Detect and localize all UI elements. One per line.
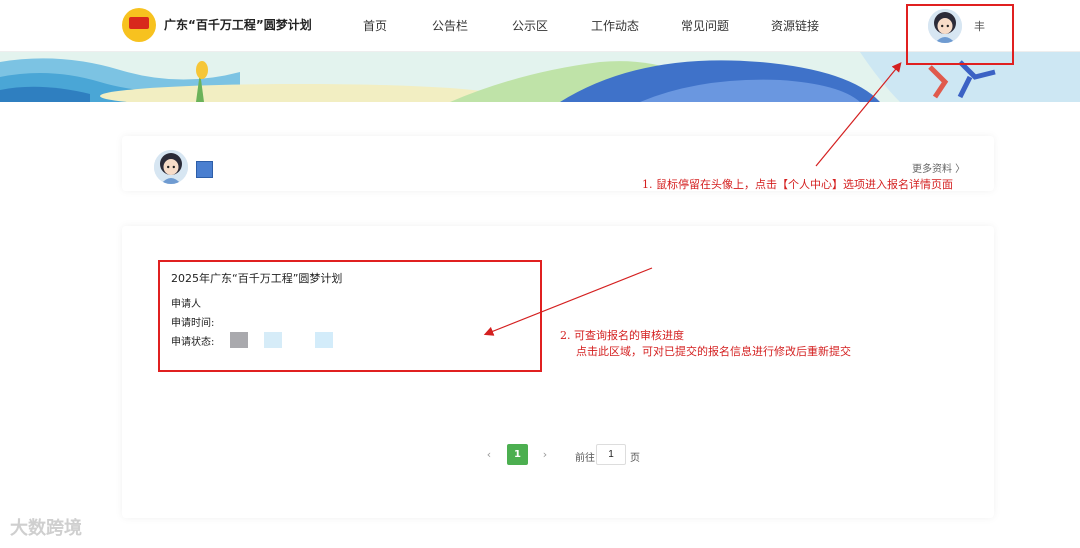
pager-next-button[interactable]: › [535, 445, 555, 465]
avatar-illustration-icon [928, 9, 962, 43]
applicant-label: 申请人 [171, 299, 201, 310]
nav-item-home[interactable]: 首页 [345, 17, 405, 34]
profile-avatar [154, 150, 188, 184]
pager-prev-button[interactable]: ‹ [479, 445, 499, 465]
more-info-link[interactable]: 更多资料 〉 [912, 160, 965, 175]
avatar-illustration-icon [154, 150, 188, 184]
avatar-highlight-box [906, 4, 1014, 65]
user-avatar[interactable] [928, 9, 962, 43]
nav-item-announcements[interactable]: 公告栏 [405, 17, 495, 34]
profile-badge-icon [196, 161, 213, 178]
pager-current-page[interactable]: 1 [507, 444, 528, 465]
site-logo[interactable] [122, 8, 156, 42]
application-entry[interactable]: 2025年广东“百千万工程”圆梦计划 申请人 申请时间: 申请状态: [158, 260, 542, 372]
application-status-label: 申请状态: [171, 337, 215, 348]
annotation-step2-line1: 2. 可查询报名的审核进度 [560, 329, 684, 342]
redacted-block [315, 332, 333, 348]
annotation-step2: 2. 可查询报名的审核进度 点击此区域，可对已提交的报名信息进行修改后重新提交 [560, 328, 851, 360]
nav-item-public-notice[interactable]: 公示区 [495, 17, 565, 34]
annotation-step2-line2: 点击此区域，可对已提交的报名信息进行修改后重新提交 [576, 345, 851, 358]
pager-goto-label: 前往 [575, 453, 595, 464]
main-nav: 首页 公告栏 公示区 工作动态 常见问题 资源链接 [345, 17, 845, 34]
header-username[interactable]: 丰 [974, 18, 985, 34]
pager-goto-input[interactable] [596, 444, 626, 465]
application-time-label: 申请时间: [171, 318, 215, 329]
annotation-step1: 1. 鼠标停留在头像上，点击【个人中心】选项进入报名详情页面 [642, 178, 953, 191]
application-title: 2025年广东“百千万工程”圆梦计划 [171, 272, 343, 285]
pager-goto-suffix: 页 [630, 453, 640, 464]
redacted-block [230, 332, 248, 348]
nav-item-faq[interactable]: 常见问题 [665, 17, 745, 34]
watermark: 大数跨境 [10, 518, 82, 539]
nav-item-resources[interactable]: 资源链接 [745, 17, 845, 34]
site-title[interactable]: 广东“百千万工程”圆梦计划 [164, 16, 312, 33]
redacted-block [264, 332, 282, 348]
nav-item-work-updates[interactable]: 工作动态 [565, 17, 665, 34]
